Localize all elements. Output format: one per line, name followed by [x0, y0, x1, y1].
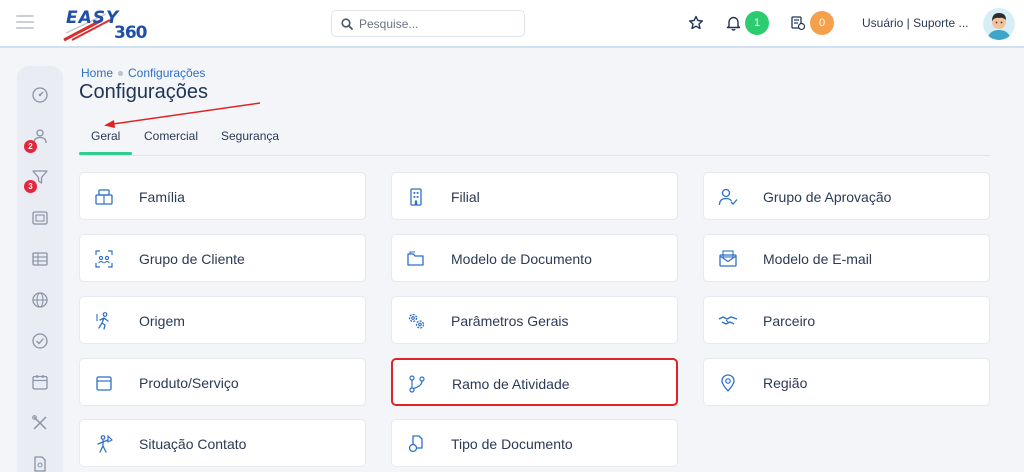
card-label: Família [139, 189, 185, 205]
card-label: Modelo de Documento [451, 251, 592, 267]
package-icon [96, 376, 112, 391]
tab-seguranca[interactable]: Segurança [221, 129, 279, 143]
search-input[interactable] [359, 15, 519, 33]
sidebar: 2 3 [17, 66, 63, 472]
card-regiao[interactable]: Região [703, 358, 990, 406]
logo[interactable]: EASY 360 [62, 8, 154, 43]
card-label: Grupo de Cliente [139, 251, 245, 267]
filter-badge: 3 [24, 180, 37, 193]
card-filial[interactable]: Filial [391, 172, 678, 220]
document-icon[interactable] [31, 455, 49, 472]
logo-word: EASY [66, 8, 120, 28]
users-badge: 2 [24, 140, 37, 153]
card-label: Tipo de Documento [451, 436, 573, 452]
breadcrumb-home[interactable]: Home [81, 66, 113, 80]
card-modelo-de-documento[interactable]: Modelo de Documento [391, 234, 678, 282]
origin-icon [96, 312, 109, 330]
user-check-icon [718, 188, 738, 206]
card-label: Parâmetros Gerais [451, 313, 569, 329]
card-grupo-de-cliente[interactable]: Grupo de Cliente [79, 234, 366, 282]
card-parametros-gerais[interactable]: Parâmetros Gerais [391, 296, 678, 344]
menu-icon[interactable] [16, 15, 34, 29]
card-label: Origem [139, 313, 185, 329]
breadcrumb-separator [118, 70, 124, 76]
search-icon [341, 18, 353, 30]
card-label: Grupo de Aprovação [763, 189, 892, 205]
handshake-icon [718, 316, 738, 325]
card-label: Região [763, 375, 808, 391]
user-label[interactable]: Usuário | Suporte ... [862, 16, 969, 30]
folder-icon [407, 251, 424, 266]
tab-geral[interactable]: Geral [91, 129, 120, 143]
tasks-icon[interactable] [790, 15, 806, 31]
card-parceiro[interactable]: Parceiro [703, 296, 990, 344]
page-title: Configurações [79, 81, 208, 103]
contact-status-icon [97, 434, 113, 453]
globe-icon[interactable] [31, 291, 49, 309]
table-icon[interactable] [31, 250, 49, 268]
avatar[interactable] [983, 8, 1015, 40]
breadcrumb-current[interactable]: Configurações [128, 66, 205, 80]
notifications-badge[interactable]: 1 [745, 11, 769, 35]
document-type-icon [408, 435, 423, 453]
tab-comercial[interactable]: Comercial [144, 129, 198, 143]
card-situacao-contato[interactable]: Situação Contato [79, 419, 366, 467]
gears-icon [408, 313, 425, 329]
card-origem[interactable]: Origem [79, 296, 366, 344]
breadcrumb: Home Configurações [81, 66, 205, 80]
card-label: Modelo de E-mail [763, 251, 872, 267]
calendar-icon[interactable] [31, 373, 49, 391]
top-bar: EASY 360 1 0 Usuário | Suporte ... [0, 0, 1024, 48]
card-tipo-de-documento[interactable]: Tipo de Documento [391, 419, 678, 467]
star-icon[interactable] [688, 15, 704, 31]
tasks-badge[interactable]: 0 [810, 11, 834, 35]
building-icon [410, 188, 422, 206]
card-modelo-de-e-mail[interactable]: Modelo de E-mail [703, 234, 990, 282]
card-label: Situação Contato [139, 436, 247, 452]
card-produto-servico[interactable]: Produto/Serviço [79, 358, 366, 406]
search-box[interactable] [331, 10, 525, 37]
card-label: Ramo de Atividade [452, 376, 570, 392]
tools-icon[interactable] [31, 414, 49, 432]
card-ramo-de-atividade[interactable]: Ramo de Atividade [391, 358, 678, 406]
dashboard-icon[interactable] [31, 86, 49, 104]
card-grupo-de-aprovacao[interactable]: Grupo de Aprovação [703, 172, 990, 220]
card-label: Parceiro [763, 313, 816, 329]
branch-icon [409, 375, 425, 393]
image-icon[interactable] [31, 209, 49, 227]
mail-template-icon [719, 250, 737, 267]
customer-group-icon [95, 250, 113, 268]
bell-icon[interactable] [726, 15, 741, 31]
tab-bar: Geral Comercial Segurança [79, 126, 990, 156]
card-label: Produto/Serviço [139, 375, 239, 391]
check-circle-icon[interactable] [31, 332, 49, 350]
card-label: Filial [451, 189, 480, 205]
active-tab-indicator [79, 152, 132, 155]
card-familia[interactable]: Família [79, 172, 366, 220]
logo-number: 360 [114, 23, 147, 43]
boxes-icon [95, 189, 113, 205]
map-pin-icon [721, 374, 735, 392]
